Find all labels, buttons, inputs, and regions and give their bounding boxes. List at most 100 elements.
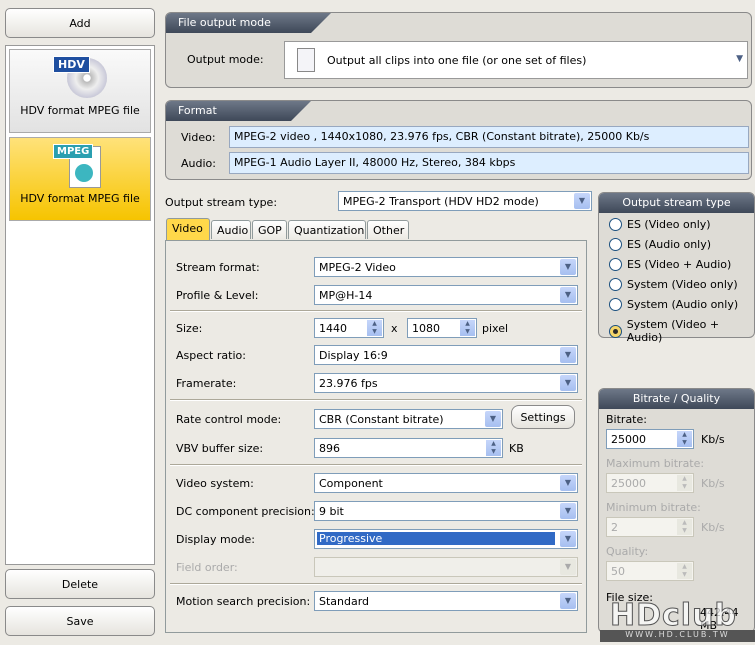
times-label: x <box>391 322 398 335</box>
radio-es-audio[interactable]: ES (Audio only) <box>609 238 711 251</box>
chevron-down-icon: ▼ <box>560 559 576 575</box>
video-label: Video: <box>181 131 216 144</box>
divider <box>170 399 582 401</box>
mpeg-badge: MPEG <box>53 144 94 159</box>
audio-label: Audio: <box>181 157 216 170</box>
hdv-badge: HDV <box>53 56 90 73</box>
display-mode-label: Display mode: <box>176 533 255 546</box>
value: Progressive <box>317 532 555 545</box>
tab-audio[interactable]: Audio <box>211 220 251 239</box>
chevron-down-icon: ▼ <box>485 411 501 427</box>
output-mode-select[interactable]: Output all clips into one file (or one s… <box>284 41 748 79</box>
tab-label: Audio <box>217 224 249 237</box>
output-mode-value: Output all clips into one file (or one s… <box>327 54 587 67</box>
value: 9 bit <box>319 505 344 518</box>
group-title: Output stream type <box>599 193 754 213</box>
video-system-label: Video system: <box>176 477 254 490</box>
quality-spinner[interactable]: 50 ▲ ▼ <box>606 561 694 581</box>
list-item-selected[interactable]: MPEG HDV format MPEG file <box>9 137 151 221</box>
pixel-label: pixel <box>482 322 509 335</box>
tab-quantization[interactable]: Quantization <box>288 220 366 239</box>
profile-level-select[interactable]: MP@H-14 ▼ <box>314 285 578 305</box>
radio-label: ES (Video only) <box>627 218 711 231</box>
radio-es-video[interactable]: ES (Video only) <box>609 218 711 231</box>
motion-search-select[interactable]: Standard ▼ <box>314 591 578 611</box>
radio-label: System (Video + Audio) <box>626 318 720 344</box>
divider <box>170 464 582 466</box>
radio-label: System (Audio only) <box>627 298 739 311</box>
radio-system-audio[interactable]: System (Audio only) <box>609 298 738 311</box>
size-label: Size: <box>176 322 203 335</box>
format-group: Format Video: MPEG-2 video , 1440x1080, … <box>165 100 752 180</box>
field-order-select[interactable]: ▼ <box>314 557 578 577</box>
radio-label: ES (Audio only) <box>627 238 712 251</box>
spin-arrows-icon[interactable]: ▲ ▼ <box>367 320 382 336</box>
width-spinner[interactable]: 1440 ▲ ▼ <box>314 318 384 338</box>
rate-control-select[interactable]: CBR (Constant bitrate) ▼ <box>314 409 503 429</box>
output-stream-type-label: Output stream type: <box>165 196 278 209</box>
radio-icon <box>609 298 622 311</box>
framerate-select[interactable]: 23.976 fps ▼ <box>314 373 578 393</box>
video-format-value: MPEG-2 video , 1440x1080, 23.976 fps, CB… <box>229 126 749 148</box>
chevron-down-icon: ▼ <box>560 531 576 547</box>
value: 2 <box>611 521 618 534</box>
value: 23.976 fps <box>319 377 378 390</box>
spin-arrows-icon[interactable]: ▲ ▼ <box>677 519 692 535</box>
tab-label: Other <box>373 224 405 237</box>
value: 50 <box>611 565 625 578</box>
divider <box>170 583 582 585</box>
tab-label: Quantization <box>294 224 365 237</box>
aspect-ratio-label: Aspect ratio: <box>176 349 246 362</box>
display-mode-select[interactable]: Progressive ▼ <box>314 529 578 549</box>
stream-format-label: Stream format: <box>176 261 260 274</box>
list-item[interactable]: HDV HDV format MPEG file <box>9 49 151 133</box>
dc-precision-select[interactable]: 9 bit ▼ <box>314 501 578 521</box>
radio-system-video[interactable]: System (Video only) <box>609 278 738 291</box>
radio-es-video-audio[interactable]: ES (Video + Audio) <box>609 258 731 271</box>
add-button[interactable]: Add <box>5 8 155 38</box>
file-output-group: File output mode Output mode: Output all… <box>165 12 752 88</box>
mpeg-file-icon: MPEG <box>53 144 107 188</box>
tab-other[interactable]: Other <box>367 220 409 239</box>
tab-gop[interactable]: GOP <box>252 220 287 239</box>
field-order-label: Field order: <box>176 561 238 574</box>
chevron-down-icon: ▼ <box>560 347 576 363</box>
radio-selected-icon <box>609 324 622 338</box>
label: Settings <box>520 410 566 424</box>
stream-format-select[interactable]: MPEG-2 Video ▼ <box>314 257 578 277</box>
spin-arrows-icon[interactable]: ▲ ▼ <box>460 320 475 336</box>
divider <box>170 310 582 312</box>
radio-system-video-audio[interactable]: System (Video + Audio) <box>609 318 755 344</box>
radio-label: ES (Video + Audio) <box>627 258 732 271</box>
rate-control-label: Rate control mode: <box>176 413 282 426</box>
tab-label: Video <box>172 222 203 235</box>
value: CBR (Constant bitrate) <box>319 413 444 426</box>
video-system-select[interactable]: Component ▼ <box>314 473 578 493</box>
radio-icon <box>609 278 622 291</box>
save-button[interactable]: Save <box>5 606 155 636</box>
height-spinner[interactable]: 1080 ▲ ▼ <box>407 318 477 338</box>
min-bitrate-spinner[interactable]: 2 ▲ ▼ <box>606 517 694 537</box>
delete-button[interactable]: Delete <box>5 569 155 599</box>
spin-arrows-icon[interactable]: ▲ ▼ <box>677 431 692 447</box>
value: 25000 <box>611 477 646 490</box>
spin-arrows-icon[interactable]: ▲ ▼ <box>486 440 501 456</box>
spin-arrows-icon[interactable]: ▲ ▼ <box>677 475 692 491</box>
settings-button[interactable]: Settings <box>511 405 575 429</box>
bitrate-label: Bitrate: <box>606 413 647 426</box>
value: MP@H-14 <box>319 289 373 302</box>
max-bitrate-spinner[interactable]: 25000 ▲ ▼ <box>606 473 694 493</box>
vbv-buffer-spinner[interactable]: 896 ▲ ▼ <box>314 438 503 458</box>
bitrate-spinner[interactable]: 25000 ▲ ▼ <box>606 429 694 449</box>
tab-video[interactable]: Video <box>166 218 210 240</box>
group-title: Bitrate / Quality <box>599 389 754 409</box>
output-mode-label: Output mode: <box>187 53 264 66</box>
chevron-down-icon: ▼ <box>560 593 576 609</box>
kbs-label: Kb/s <box>701 477 725 490</box>
spin-arrows-icon[interactable]: ▲ ▼ <box>677 563 692 579</box>
value: Standard <box>319 595 370 608</box>
value: 1080 <box>412 322 440 335</box>
output-stream-type-select[interactable]: MPEG-2 Transport (HDV HD2 mode) ▼ <box>338 191 592 211</box>
motion-search-label: Motion search precision: <box>176 595 311 608</box>
aspect-ratio-select[interactable]: Display 16:9 ▼ <box>314 345 578 365</box>
